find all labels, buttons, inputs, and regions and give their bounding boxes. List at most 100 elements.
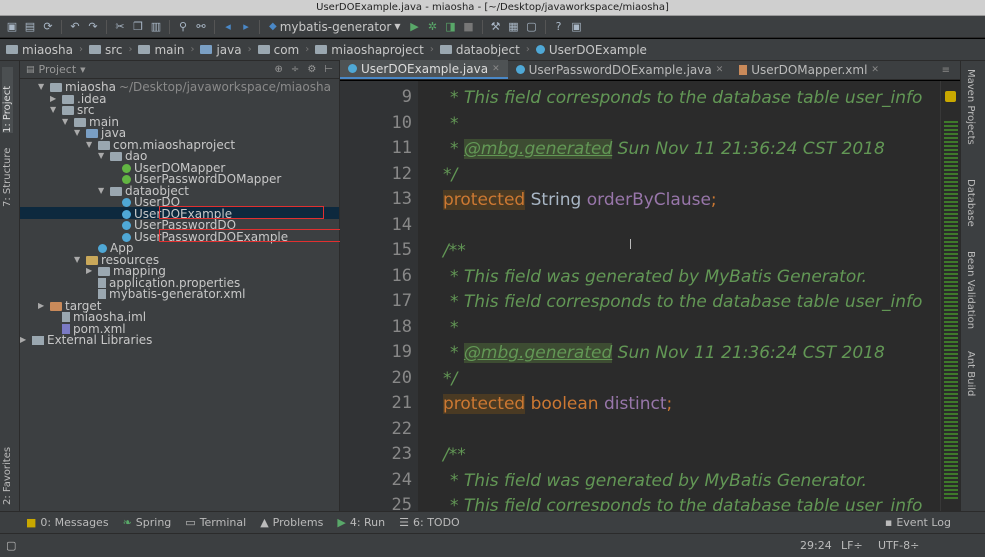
code-line: /** <box>443 445 466 465</box>
breadcrumb-item[interactable]: java <box>200 43 242 57</box>
tab-bean-validation[interactable]: Bean Validation <box>965 251 976 329</box>
build-icon[interactable]: ⚒ <box>488 19 504 35</box>
sync-icon[interactable]: ⟳ <box>40 19 56 35</box>
error-stripe[interactable] <box>940 81 960 511</box>
close-icon[interactable]: ✕ <box>716 65 724 75</box>
redo-icon[interactable]: ↷ <box>85 19 101 35</box>
breadcrumb-item[interactable]: miaosha <box>6 43 73 57</box>
project-structure-icon[interactable]: ▦ <box>506 19 522 35</box>
breadcrumb: miaosha › src › main › java › com › miaoshapr… <box>0 39 985 61</box>
tab-userdomapper-xml[interactable]: UserDOMapper.xml ✕ <box>731 60 887 79</box>
folder-icon <box>200 45 213 54</box>
sdk-icon[interactable]: ▢ <box>524 19 540 35</box>
tab-database[interactable]: Database <box>965 179 976 227</box>
code-editor[interactable]: * This field corresponds to the database… <box>418 81 940 511</box>
project-view-icon: ▤ <box>26 64 35 75</box>
tree-item[interactable]: mybatis-generator.xml <box>98 288 245 300</box>
find-icon[interactable]: ⚲ <box>175 19 191 35</box>
chevron-down-icon[interactable]: ▼ <box>80 66 85 74</box>
tab-maven-projects[interactable]: Maven Projects <box>965 69 976 145</box>
code-line: /** <box>443 241 466 261</box>
folder-icon <box>439 45 452 54</box>
close-icon[interactable]: ✕ <box>492 64 500 74</box>
caret-position[interactable]: 29:24 <box>800 539 832 552</box>
open-folder-icon[interactable]: ▣ <box>4 19 20 35</box>
code-line: * <box>450 114 459 134</box>
tree-item[interactable]: ▼ src <box>50 104 95 116</box>
vcs-icon[interactable]: ▣ <box>569 19 585 35</box>
tab-todo[interactable]: ☰ 6: TODO <box>392 516 467 529</box>
library-icon <box>32 335 44 345</box>
save-icon[interactable]: ▤ <box>22 19 38 35</box>
breadcrumb-item[interactable]: com <box>257 43 299 57</box>
cut-icon[interactable]: ✂ <box>112 19 128 35</box>
module-file-icon <box>62 312 70 322</box>
settings-icon[interactable]: ⚙ <box>307 64 316 75</box>
tab-overflow-icon[interactable]: ≡ <box>942 65 960 79</box>
status-bar: ▢ 29:24 LF÷ UTF-8÷ <box>0 533 985 557</box>
collapse-all-icon[interactable]: ÷ <box>291 64 299 75</box>
right-tool-strip: Maven Projects Database Bean Validation … <box>960 61 985 511</box>
folder-icon <box>6 45 18 54</box>
tab-problems[interactable]: ▲ Problems <box>253 516 330 529</box>
class-icon <box>122 209 131 219</box>
tab-userpassworddoexample-java[interactable]: UserPasswordDOExample.java ✕ <box>508 60 732 79</box>
code-line: * This field corresponds to the database… <box>450 88 923 108</box>
file-encoding[interactable]: UTF-8÷ <box>878 539 919 552</box>
tab-structure[interactable]: 7: Structure <box>2 137 13 207</box>
tree-item[interactable]: ▶ External Libraries <box>20 334 152 346</box>
breadcrumb-item[interactable]: dataobject <box>439 43 520 57</box>
change-markers <box>944 121 958 501</box>
forward-icon[interactable]: ▸ <box>238 19 254 35</box>
breadcrumb-item[interactable]: UserDOExample <box>535 43 647 57</box>
tab-spring[interactable]: ❧ Spring <box>116 516 179 529</box>
interface-icon <box>122 163 131 173</box>
class-icon <box>348 64 357 73</box>
breadcrumb-item[interactable]: src <box>88 43 122 57</box>
tab-event-log[interactable]: ▪ Event Log <box>878 516 985 529</box>
hide-panel-icon[interactable]: ⊢ <box>324 64 333 75</box>
breadcrumb-item[interactable]: miaoshaproject <box>315 43 424 57</box>
tab-run[interactable]: ▶ 4: Run <box>330 516 392 529</box>
class-icon <box>122 220 131 230</box>
code-line: * @mbg.generated Sun Nov 11 21:36:24 CST… <box>450 139 885 159</box>
folder-icon <box>315 45 328 54</box>
code-line: * This field corresponds to the database… <box>450 292 923 312</box>
back-icon[interactable]: ◂ <box>220 19 236 35</box>
todo-icon: ☰ <box>399 516 409 529</box>
class-icon <box>535 45 545 54</box>
tab-userdoexample-java[interactable]: UserDOExample.java ✕ <box>340 60 508 79</box>
tab-favorites[interactable]: 2: Favorites <box>2 439 13 505</box>
project-panel-title: Project <box>38 63 77 76</box>
line-separator[interactable]: LF÷ <box>841 539 863 552</box>
folder-icon <box>257 45 270 54</box>
chevron-down-icon: ▼ <box>394 22 401 31</box>
tab-terminal[interactable]: ▭ Terminal <box>178 516 253 529</box>
project-panel-header: ▤ Project ▼ ⊕ ÷ ⚙ ⊢ <box>20 61 339 79</box>
interface-icon <box>122 174 131 184</box>
tab-ant-build[interactable]: Ant Build <box>965 351 976 396</box>
copy-icon[interactable]: ❐ <box>130 19 146 35</box>
main-toolbar: ▣ ▤ ⟳ ↶ ↷ ✂ ❐ ▥ ⚲ ⚯ ◂ ▸ ◆ mybatis-genera… <box>0 16 985 38</box>
inspection-status-icon[interactable] <box>945 91 956 102</box>
replace-icon[interactable]: ⚯ <box>193 19 209 35</box>
debug-icon[interactable]: ✲ <box>425 19 441 35</box>
undo-icon[interactable]: ↶ <box>67 19 83 35</box>
code-line: * This field was generated by MyBatis Ge… <box>450 267 868 287</box>
stop-icon[interactable]: ■ <box>461 19 477 35</box>
coverage-icon[interactable]: ◨ <box>443 19 459 35</box>
tab-project[interactable]: 1: Project <box>2 67 13 133</box>
scope-icon[interactable]: ⊕ <box>275 64 283 75</box>
run-icon[interactable]: ▶ <box>407 19 423 35</box>
run-configuration-select[interactable]: ◆ mybatis-generator ▼ <box>265 18 405 36</box>
tool-windows-icon[interactable]: ▢ <box>6 539 16 552</box>
paste-icon[interactable]: ▥ <box>148 19 164 35</box>
annotation-highlight-box <box>159 206 324 219</box>
close-icon[interactable]: ✕ <box>871 65 879 75</box>
tool-window-bar: ■ 0: Messages ❧ Spring ▭ Terminal ▲ Problems… <box>0 511 985 533</box>
tab-messages[interactable]: ■ 0: Messages <box>0 516 116 529</box>
breadcrumb-item[interactable]: main <box>138 43 184 57</box>
code-line: protected boolean distinct; <box>443 394 673 414</box>
maven-config-icon: ◆ <box>269 21 277 32</box>
help-icon[interactable]: ? <box>551 19 567 35</box>
